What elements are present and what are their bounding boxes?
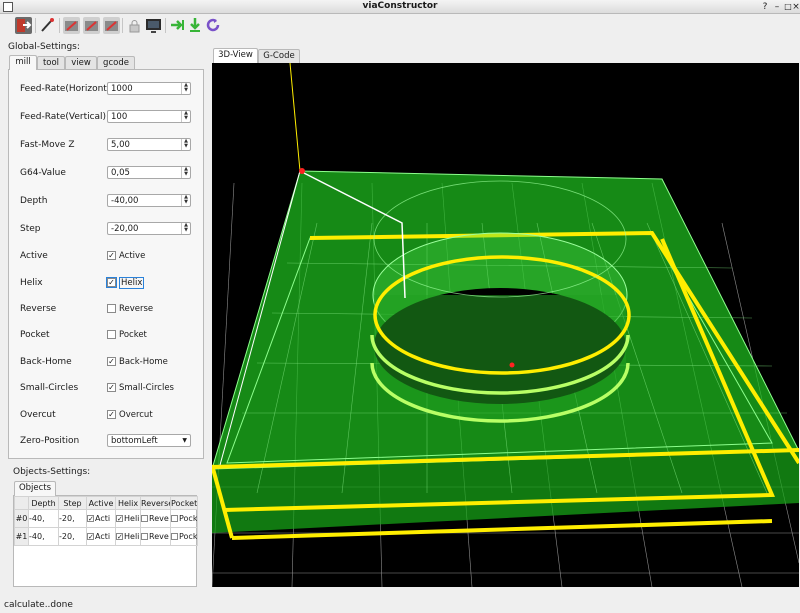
pocket-checkbox-text[interactable]: Pocket xyxy=(119,330,147,340)
depth-label: Depth xyxy=(20,196,48,206)
active-cell[interactable]: ✓Acti xyxy=(86,509,116,528)
back-home-checkbox-text[interactable]: Back-Home xyxy=(119,357,168,367)
small-circles-checkbox-text[interactable]: Small-Circles xyxy=(119,383,174,393)
back-home-checkbox[interactable] xyxy=(107,357,116,366)
small-circles-checkbox[interactable] xyxy=(107,383,116,392)
reverse-label: Reverse xyxy=(20,304,57,314)
small-circles-label: Small-Circles xyxy=(20,383,79,393)
row-header[interactable]: #0 xyxy=(14,509,29,528)
step-cell[interactable]: -20, xyxy=(58,527,87,546)
tab-gcode[interactable]: gcode xyxy=(97,56,135,70)
column-header-reverse[interactable]: Reverse xyxy=(140,496,171,510)
pocket-label: Pocket xyxy=(20,330,50,340)
g64-value-label: G64-Value xyxy=(20,168,66,178)
save-icon[interactable] xyxy=(83,17,100,34)
helix-cell[interactable]: ✓Heli xyxy=(115,509,141,528)
global-settings-heading: Global-Settings: xyxy=(8,42,80,52)
objects-table: Depth Step Active Helix Reverse Pocket #… xyxy=(14,496,198,546)
helix-checkbox-text[interactable]: Helix xyxy=(119,277,145,289)
pocket-checkbox[interactable] xyxy=(107,330,116,339)
pocket-cell[interactable]: Pock xyxy=(170,527,198,546)
active-cell[interactable]: ✓Acti xyxy=(86,527,116,546)
g64-value-input[interactable]: 0,05 ▲ ▼ xyxy=(107,166,191,179)
lock-icon[interactable] xyxy=(126,17,143,34)
refresh-icon[interactable] xyxy=(205,17,222,34)
table-corner xyxy=(14,496,29,510)
column-header-depth[interactable]: Depth xyxy=(28,496,59,510)
overcut-checkbox[interactable] xyxy=(107,410,116,419)
depth-cell[interactable]: -40, xyxy=(28,509,59,528)
table-row: #0 -40, -20, ✓Acti ✓Heli Reve Pock xyxy=(14,509,198,528)
overcut-checkbox-text[interactable]: Overcut xyxy=(119,410,153,420)
zero-position-select[interactable]: bottomLeft ▼ xyxy=(107,434,191,447)
active-checkbox-text[interactable]: Active xyxy=(119,251,145,261)
back-home-label: Back-Home xyxy=(20,357,72,367)
load-icon[interactable] xyxy=(63,17,80,34)
reverse-checkbox-text[interactable]: Reverse xyxy=(119,304,153,314)
step-label: Step xyxy=(20,224,41,234)
tab-3d-view[interactable]: 3D-View xyxy=(213,48,258,63)
active-label: Active xyxy=(20,251,48,261)
feed-rate-horizontal-label: Feed-Rate(Horizontal) xyxy=(20,84,119,94)
tab-tool[interactable]: tool xyxy=(37,56,65,70)
pocket-cell[interactable]: Pock xyxy=(170,509,198,528)
table-row: #1 -40, -20, ✓Acti ✓Heli Reve Pock xyxy=(14,527,198,546)
3d-viewport[interactable] xyxy=(212,63,799,587)
feed-rate-horizontal-input[interactable]: 1000 ▲ ▼ xyxy=(107,82,191,95)
helix-cell[interactable]: ✓Heli xyxy=(115,527,141,546)
tab-g-code[interactable]: G-Code xyxy=(258,49,300,63)
reverse-checkbox[interactable] xyxy=(107,304,116,313)
reverse-cell[interactable]: Reve xyxy=(140,509,171,528)
depth-input[interactable]: -40,00 ▲ ▼ xyxy=(107,194,191,207)
objects-table-panel: Depth Step Active Helix Reverse Pocket #… xyxy=(13,495,198,587)
window-title: viaConstructor xyxy=(362,1,438,11)
column-header-step[interactable]: Step xyxy=(58,496,87,510)
column-header-helix[interactable]: Helix xyxy=(115,496,141,510)
tab-view[interactable]: view xyxy=(65,56,97,70)
row-header[interactable]: #1 xyxy=(14,527,29,546)
toolbar xyxy=(0,14,800,36)
helix-checkbox[interactable] xyxy=(106,277,117,288)
start-marker xyxy=(509,362,515,368)
tab-mill[interactable]: mill xyxy=(9,55,37,70)
active-checkbox[interactable] xyxy=(107,251,116,260)
origin-marker xyxy=(299,168,305,174)
next-icon[interactable] xyxy=(169,17,186,34)
reverse-cell[interactable]: Reve xyxy=(140,527,171,546)
mill-settings-panel: Feed-Rate(Horizontal) 1000 ▲ ▼ Feed-Rate(V… xyxy=(8,69,204,459)
feed-rate-vertical-label: Feed-Rate(Vertical) xyxy=(20,112,107,122)
fast-move-z-label: Fast-Move Z xyxy=(20,140,75,150)
feed-rate-vertical-input[interactable]: 100 ▲ ▼ xyxy=(107,110,191,123)
tab-objects[interactable]: Objects xyxy=(14,481,56,496)
title-bar: viaConstructor ? – □ × xyxy=(0,0,800,14)
z-axis-line xyxy=(289,63,301,172)
help-icon[interactable]: ? xyxy=(759,1,771,13)
step-cell[interactable]: -20, xyxy=(58,509,87,528)
status-bar: calculate..done xyxy=(0,597,800,613)
column-header-active[interactable]: Active xyxy=(86,496,116,510)
close-icon[interactable]: × xyxy=(790,1,800,13)
monitor-icon[interactable] xyxy=(145,17,162,34)
exit-icon[interactable] xyxy=(15,17,32,34)
3d-scene xyxy=(212,63,799,587)
settings-wand-icon[interactable] xyxy=(39,17,56,34)
helix-label: Helix xyxy=(20,278,43,288)
status-text: calculate..done xyxy=(4,600,73,610)
depth-cell[interactable]: -40, xyxy=(28,527,59,546)
step-input[interactable]: -20,00 ▲ ▼ xyxy=(107,222,191,235)
column-header-pocket[interactable]: Pocket xyxy=(170,496,198,510)
fast-move-z-input[interactable]: 5,00 ▲ ▼ xyxy=(107,138,191,151)
save-as-icon[interactable] xyxy=(103,17,120,34)
overcut-label: Overcut xyxy=(20,410,56,420)
download-icon[interactable] xyxy=(187,17,204,34)
zero-position-label: Zero-Position xyxy=(20,436,80,446)
objects-settings-heading: Objects-Settings: xyxy=(13,467,91,477)
